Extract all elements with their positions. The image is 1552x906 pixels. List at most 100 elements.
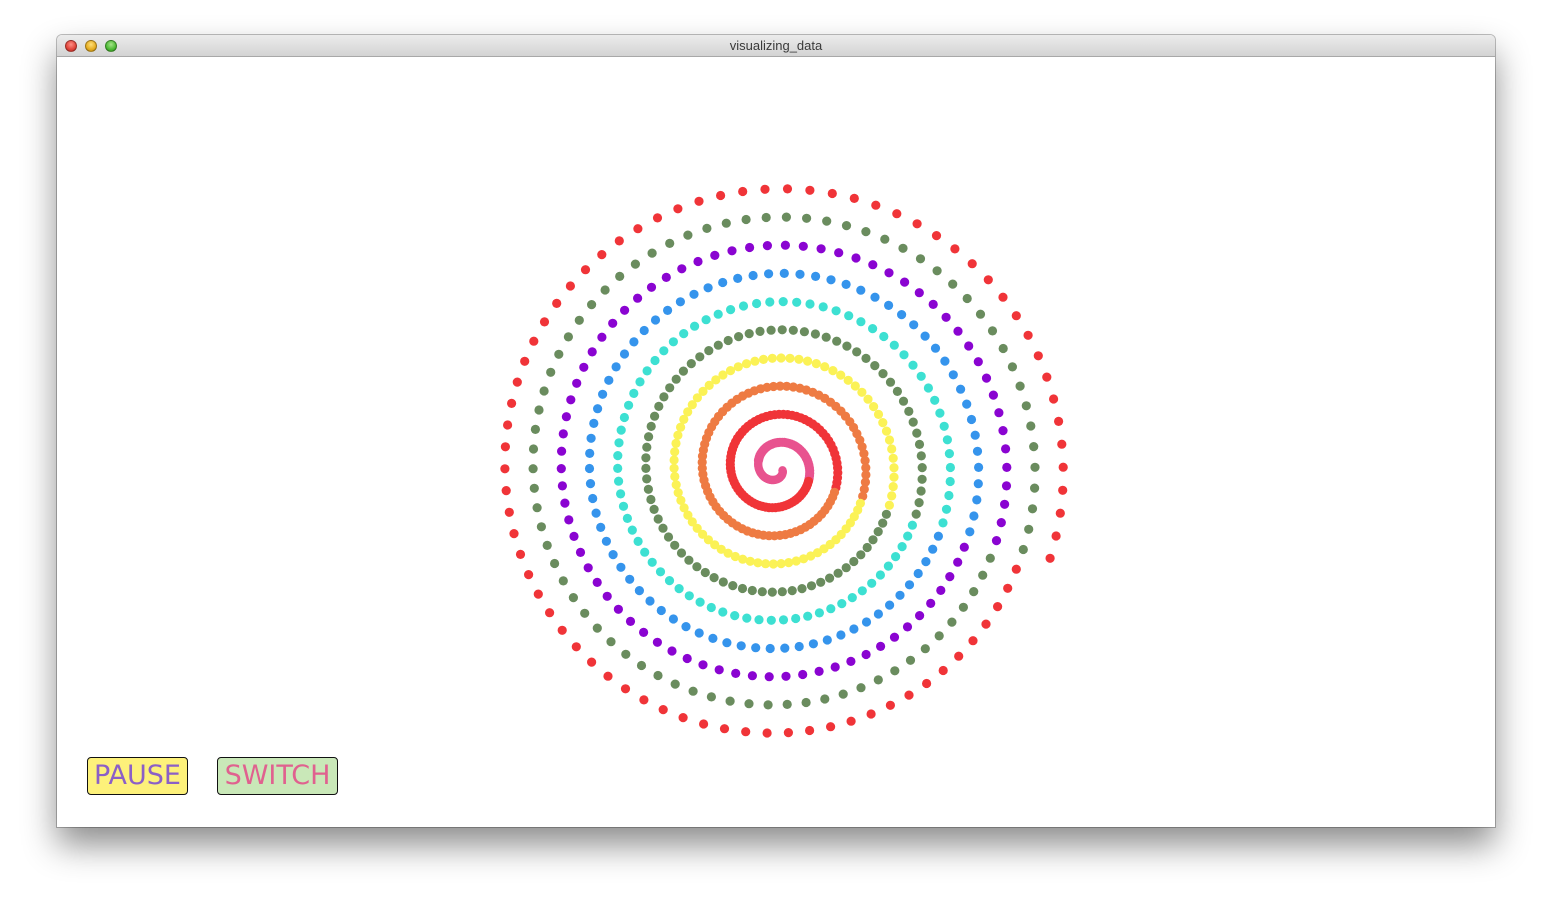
sketch-canvas[interactable]: PAUSE SWITCH xyxy=(57,57,1495,827)
spiral-dot xyxy=(703,283,713,293)
title-bar[interactable]: visualizing_data xyxy=(57,35,1495,57)
spiral-dot xyxy=(843,375,853,385)
spiral-dot xyxy=(861,649,871,660)
spiral-dot xyxy=(653,514,663,524)
spiral-dot xyxy=(887,491,897,501)
spiral-dot xyxy=(643,484,654,494)
spiral-dot xyxy=(731,668,741,679)
spiral-dot xyxy=(791,613,801,624)
spiral-dot xyxy=(708,633,718,644)
spiral-dot xyxy=(671,438,681,448)
spiral-dot xyxy=(883,561,894,571)
spiral-dot xyxy=(520,356,530,366)
spiral-dot xyxy=(973,357,983,367)
pause-button[interactable]: PAUSE xyxy=(87,757,188,795)
spiral-dot xyxy=(627,525,637,535)
spiral-dot xyxy=(869,402,879,412)
spiral-dot xyxy=(944,490,954,501)
spiral-dot xyxy=(718,277,728,288)
spiral-dot xyxy=(983,275,993,285)
spiral-dot xyxy=(755,326,765,336)
spiral-dot xyxy=(889,463,899,473)
spiral-dot xyxy=(780,240,791,250)
spiral-dot xyxy=(766,325,776,335)
spiral-dot xyxy=(748,270,758,281)
spiral-dot xyxy=(688,686,698,696)
spiral-dot xyxy=(856,285,866,295)
spiral-dot xyxy=(665,383,675,393)
spiral-dot xyxy=(636,660,647,671)
spiral-dot xyxy=(721,218,731,228)
spiral-dot xyxy=(624,400,634,410)
spiral-dot xyxy=(634,586,645,596)
spiral-dot xyxy=(661,272,671,282)
spiral-dot xyxy=(642,366,652,376)
spiral-dot xyxy=(892,209,902,219)
spiral-dot xyxy=(890,666,900,676)
spiral-dot xyxy=(539,386,549,396)
spiral-dot xyxy=(694,628,704,638)
spiral-dot xyxy=(941,312,951,322)
spiral-dot xyxy=(920,644,930,654)
spiral-dot xyxy=(597,250,607,260)
spiral-dot xyxy=(907,520,918,530)
spiral-dot xyxy=(966,414,977,425)
spiral-dot xyxy=(965,527,975,537)
switch-button[interactable]: SWITCH xyxy=(217,757,338,795)
spiral-dot xyxy=(904,406,914,416)
spiral-dot xyxy=(941,504,952,514)
spiral-dot xyxy=(625,574,635,584)
spiral-dot xyxy=(868,260,878,270)
spiral-dot xyxy=(620,305,630,315)
spiral-dot xyxy=(934,631,944,641)
spiral-dot xyxy=(692,562,702,572)
spiral-dot xyxy=(908,360,918,370)
spiral-dot xyxy=(652,213,663,223)
spiral-dot xyxy=(563,332,573,342)
spiral-dot xyxy=(693,256,703,267)
spiral-dot xyxy=(827,188,837,199)
spiral-dot xyxy=(654,401,664,411)
spiral-dot xyxy=(942,435,953,445)
spiral-dot xyxy=(658,705,668,715)
spiral-dot xyxy=(558,429,568,439)
spiral-dot xyxy=(777,587,787,597)
spiral-dot xyxy=(794,354,804,364)
spiral-dot xyxy=(652,637,663,647)
spiral-dot xyxy=(932,266,942,276)
spiral-dot xyxy=(629,388,639,398)
spiral-dot xyxy=(603,671,613,681)
spiral-dot xyxy=(754,615,764,625)
spiral-dot xyxy=(1029,442,1039,452)
spiral-dot xyxy=(532,503,542,513)
spiral-dot xyxy=(625,616,636,627)
spiral-dot xyxy=(509,529,519,539)
spiral-dot xyxy=(676,495,686,505)
spiral-dot xyxy=(613,463,623,473)
spiral-dot xyxy=(684,555,694,565)
spiral-dot xyxy=(650,315,661,325)
spiral-dot xyxy=(664,576,675,586)
spiral-dot xyxy=(998,292,1008,302)
spiral-dot xyxy=(713,309,723,319)
spiral-dot xyxy=(572,378,582,388)
spiral-dot xyxy=(797,584,807,594)
spiral-dot xyxy=(670,471,680,482)
spiral-dot xyxy=(930,395,940,405)
spiral-dot xyxy=(944,449,955,459)
spiral-dot xyxy=(671,480,681,490)
spiral-dot xyxy=(694,196,704,206)
spiral-dot xyxy=(673,204,683,214)
spiral-dot xyxy=(639,627,649,638)
spiral-dot xyxy=(998,343,1008,354)
spiral-dot xyxy=(885,377,896,387)
spiral-dot xyxy=(507,398,517,408)
spiral-dot xyxy=(554,349,564,359)
spiral-dot xyxy=(836,630,846,640)
spiral-dot xyxy=(658,523,668,533)
spiral-dot xyxy=(844,311,854,321)
spiral-dot xyxy=(665,238,675,248)
spiral-dot xyxy=(975,309,986,319)
spiral-dot xyxy=(889,632,900,642)
spiral-dot xyxy=(585,479,596,489)
